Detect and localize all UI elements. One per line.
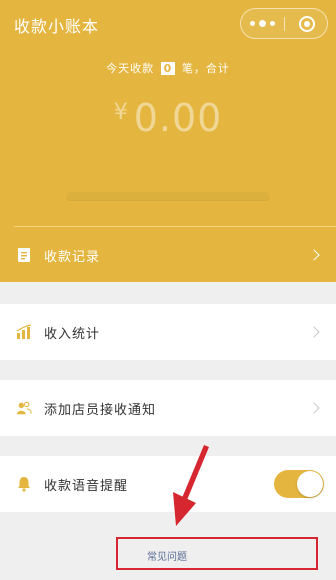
bell-icon — [16, 476, 32, 492]
faq-link[interactable]: 常见问题 — [147, 548, 187, 563]
today-count: 0 — [160, 62, 176, 75]
toggle-knob — [297, 471, 323, 497]
menu-label-records: 收款记录 — [44, 249, 101, 265]
menu-item-records[interactable]: 收款记录 — [0, 228, 336, 282]
total-amount: ¥0.00 — [0, 96, 336, 140]
bar-chart-icon — [16, 324, 32, 340]
menu-item-income-stats[interactable]: 收入统计 — [0, 304, 336, 360]
amount-value: 0.00 — [133, 96, 223, 140]
receipt-icon — [16, 247, 32, 263]
voice-reminder-toggle[interactable] — [274, 470, 324, 498]
today-summary: 今天收款 0 笔，合计 — [0, 60, 336, 76]
target-close-icon[interactable] — [285, 9, 328, 38]
app-title: 收款小账本 — [14, 17, 100, 36]
header-divider — [14, 226, 336, 227]
add-staff-icon — [16, 400, 32, 416]
chevron-right-icon — [308, 326, 320, 338]
more-dots-icon[interactable] — [241, 9, 284, 38]
chevron-right-icon — [308, 402, 320, 414]
today-prefix: 今天收款 — [106, 62, 155, 75]
summary-bar — [66, 192, 270, 201]
summary-header: 收款小账本 今天收款 0 笔，合计 ¥0.00 收款记录 — [0, 0, 336, 282]
today-suffix: 笔，合计 — [181, 62, 230, 75]
menu-label-income-stats: 收入统计 — [44, 326, 101, 342]
mini-program-capsule — [240, 8, 328, 39]
currency-symbol: ¥ — [113, 100, 128, 125]
menu-label-add-staff: 添加店员接收通知 — [44, 402, 157, 418]
chevron-right-icon — [308, 249, 320, 261]
menu-item-add-staff[interactable]: 添加店员接收通知 — [0, 380, 336, 436]
menu-item-voice-reminder: 收款语音提醒 — [0, 456, 336, 512]
